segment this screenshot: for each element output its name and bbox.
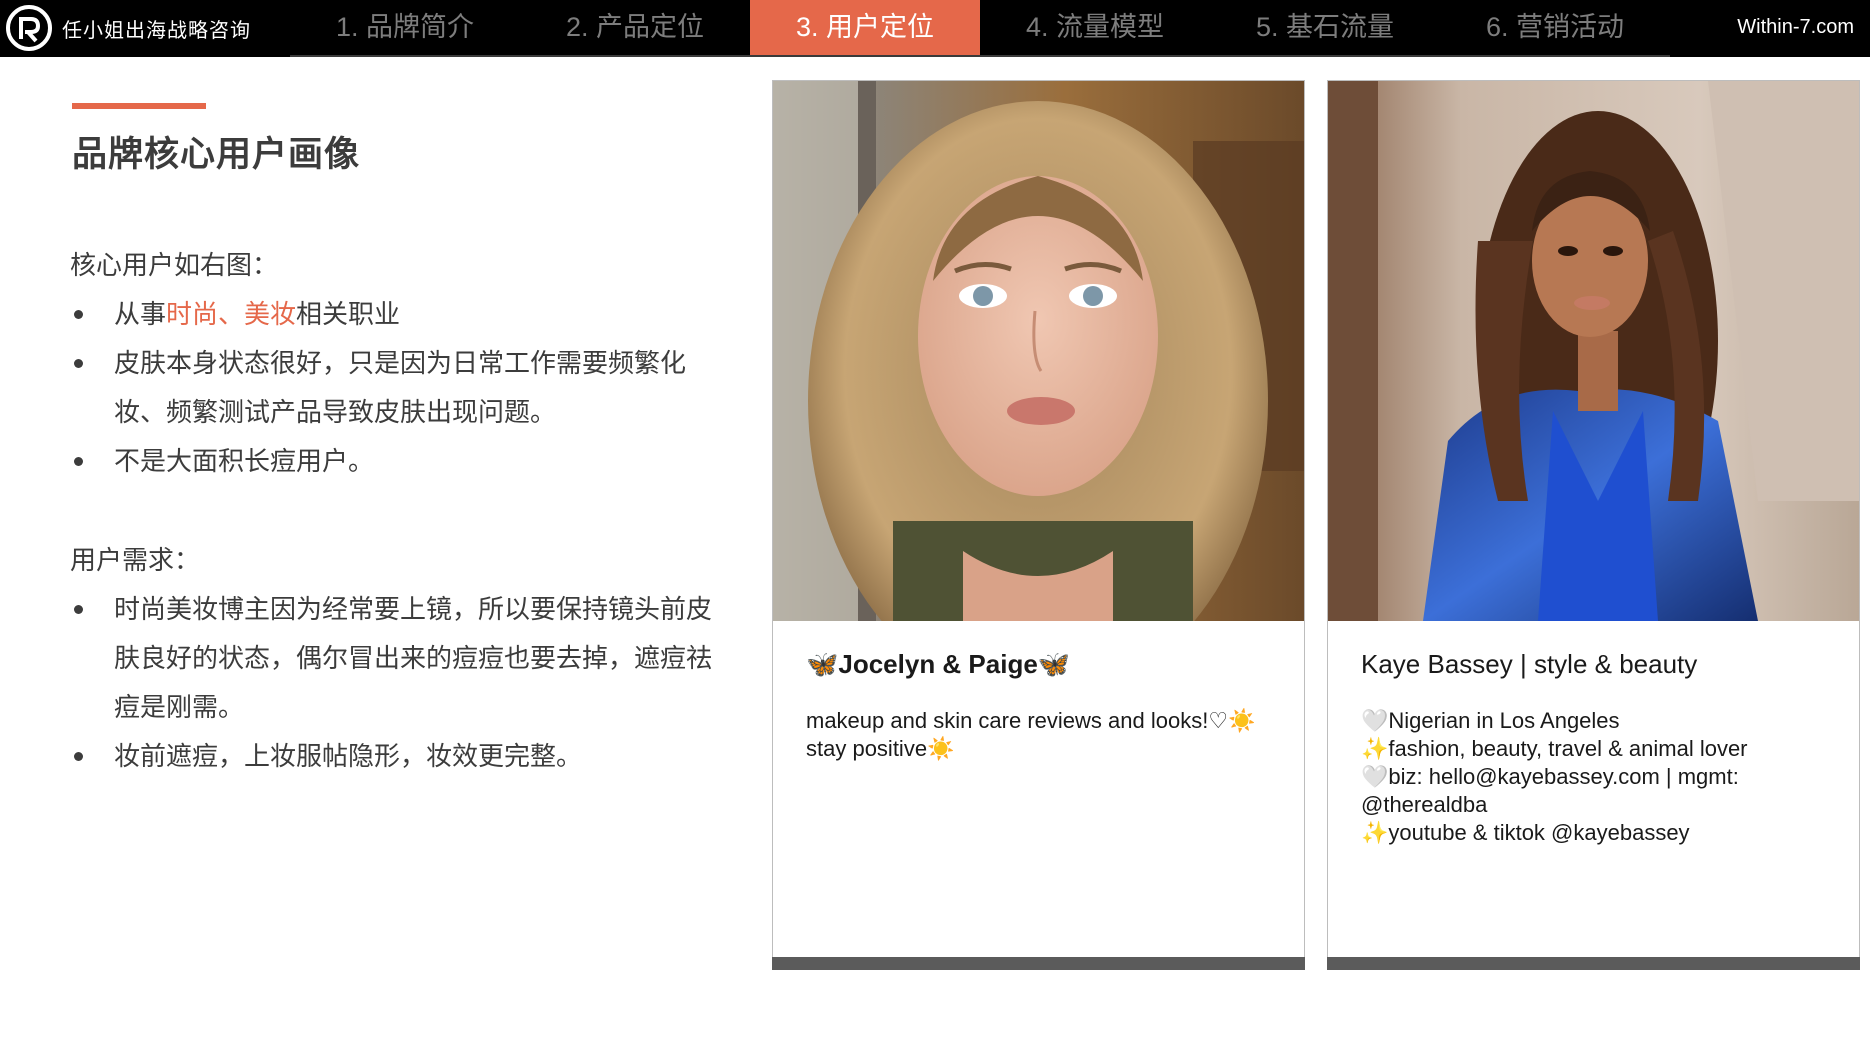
profile-photo <box>773 81 1304 621</box>
profile-card-jocelyn[interactable]: 🦋Jocelyn & Paige🦋 makeup and skin care r… <box>772 80 1305 970</box>
core-user-section: 核心用户如右图： 从事时尚、美妆相关职业 皮肤本身状态很好，只是因为日常工作需要… <box>70 241 730 486</box>
tab-brand-intro[interactable]: 1. 品牌简介 <box>290 0 520 57</box>
user-needs-section: 用户需求： 时尚美妆博主因为经常要上镜，所以要保持镜头前皮肤良好的状态，偶尔冒出… <box>70 536 730 781</box>
profile-photo <box>1328 81 1859 621</box>
logo-icon <box>6 5 52 51</box>
title-accent-bar <box>72 103 206 109</box>
profile-name: 🦋Jocelyn & Paige🦋 <box>806 649 1071 679</box>
profile-bio: makeup and skin care reviews and looks!♡… <box>806 707 1276 763</box>
bio-line: 🤍biz: hello@kayebassey.com | mgmt: @ther… <box>1361 764 1739 817</box>
brand-name: 任小姐出海战略咨询 <box>62 19 251 42</box>
nav-divider <box>290 55 1670 57</box>
highlight-text: 时尚、美妆 <box>166 299 297 329</box>
tab-traffic-model[interactable]: 4. 流量模型 <box>980 0 1210 57</box>
card-footer-bar <box>1327 957 1860 970</box>
user-needs-list: 时尚美妆博主因为经常要上镜，所以要保持镜头前皮肤良好的状态，偶尔冒出来的痘痘也要… <box>70 585 730 781</box>
page-title: 品牌核心用户画像 <box>72 135 361 174</box>
brand-logo[interactable]: 任小姐出海战略咨询 <box>6 4 251 52</box>
list-item: 时尚美妆博主因为经常要上镜，所以要保持镜头前皮肤良好的状态，偶尔冒出来的痘痘也要… <box>70 585 730 732</box>
profile-name: Kaye Bassey | style & beauty <box>1361 649 1698 679</box>
card-footer-bar <box>772 957 1305 970</box>
core-user-list: 从事时尚、美妆相关职业 皮肤本身状态很好，只是因为日常工作需要频繁化妆、频繁测试… <box>70 290 730 486</box>
site-url[interactable]: Within-7.com <box>1737 0 1854 57</box>
core-user-heading: 核心用户如右图： <box>70 250 279 280</box>
user-needs-heading: 用户需求： <box>70 545 201 575</box>
bio-line: ✨fashion, beauty, travel & animal lover <box>1361 736 1748 761</box>
top-nav-bar: 任小姐出海战略咨询 1. 品牌简介 2. 产品定位 3. 用户定位 4. 流量模… <box>0 0 1870 57</box>
tab-product-positioning[interactable]: 2. 产品定位 <box>520 0 750 57</box>
tab-cornerstone-traffic[interactable]: 5. 基石流量 <box>1210 0 1440 57</box>
bio-line: ✨youtube & tiktok @kayebassey <box>1361 820 1690 845</box>
list-item: 从事时尚、美妆相关职业 <box>70 290 730 339</box>
bio-line: makeup and skin care reviews and looks!♡… <box>806 708 1256 761</box>
profile-card-kaye[interactable]: Kaye Bassey | style & beauty 🤍Nigerian i… <box>1327 80 1860 970</box>
tab-marketing-campaigns[interactable]: 6. 营销活动 <box>1440 0 1670 57</box>
list-item: 不是大面积长痘用户。 <box>70 437 730 486</box>
section-tabs: 1. 品牌简介 2. 产品定位 3. 用户定位 4. 流量模型 5. 基石流量 … <box>290 0 1670 57</box>
profile-bio: 🤍Nigerian in Los Angeles ✨fashion, beaut… <box>1361 707 1831 847</box>
list-item: 皮肤本身状态很好，只是因为日常工作需要频繁化妆、频繁测试产品导致皮肤出现问题。 <box>70 339 730 437</box>
list-item: 妆前遮痘，上妆服帖隐形，妆效更完整。 <box>70 732 730 781</box>
tab-user-positioning[interactable]: 3. 用户定位 <box>750 0 980 57</box>
bio-line: 🤍Nigerian in Los Angeles <box>1361 708 1620 733</box>
